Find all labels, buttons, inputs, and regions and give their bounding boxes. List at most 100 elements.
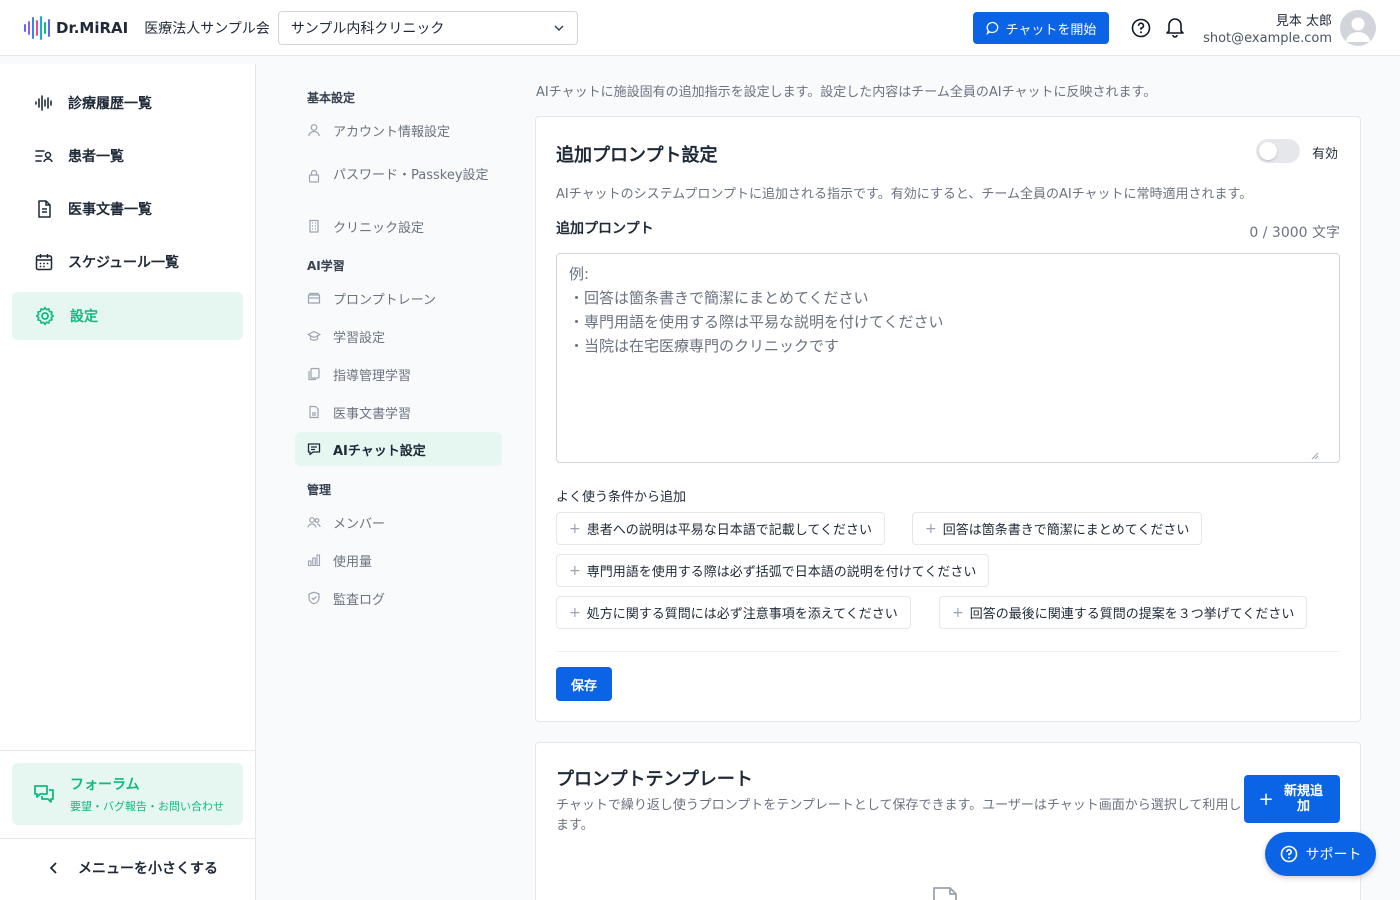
quick-add-chip[interactable]: + 専門用語を使用する際は必ず括弧で日本語の説明を付けてください: [556, 554, 990, 587]
subnav-item-label: プロンプトレーン: [333, 292, 436, 308]
quick-add-chip[interactable]: + 回答の最後に関連する質問の提案を３つ挙げてください: [939, 596, 1308, 629]
additional-prompt-textarea[interactable]: 例: ・回答は箇条書きで簡潔にまとめてください ・専門用語を使用する際は平易な説…: [556, 253, 1340, 463]
lock-icon: [308, 169, 320, 183]
chip-label: 専門用語を使用する際は必ず括弧で日本語の説明を付けてください: [586, 565, 977, 580]
sidebar-item-label: 医事文書一覧: [68, 202, 152, 218]
help-icon[interactable]: [1131, 18, 1151, 38]
collapse-menu-label: メニューを小さくする: [78, 861, 218, 877]
subnav-item-label: パスワード・Passkey設定: [333, 168, 489, 183]
main-sidebar: 診療履歴一覧 患者一覧 医事文書一覧 スケジュール一覧 設定 フォーラム 要望・…: [0, 64, 256, 900]
subnav-item-label: メンバー: [333, 516, 386, 532]
add-template-button[interactable]: + 新規追加: [1244, 775, 1340, 823]
copy-icon: [308, 367, 320, 381]
save-button[interactable]: 保存: [556, 667, 612, 701]
sidebar-item-label: 患者一覧: [68, 149, 124, 165]
user-info[interactable]: 見本 太郎 shot@example.com: [1203, 10, 1332, 46]
char-counter: 0 / 3000 文字: [1249, 225, 1340, 241]
chat-bubble-icon: [985, 21, 998, 35]
subnav-item-learning-settings[interactable]: 学習設定: [295, 319, 502, 353]
shield-icon: [308, 591, 320, 605]
subnav-item-ai-chat[interactable]: AIチャット設定: [295, 432, 502, 466]
brand-name: Dr.MiRAI: [56, 18, 129, 37]
empty-document-icon: [933, 887, 957, 900]
quick-add-chip[interactable]: + 患者への説明は平易な日本語で記載してください: [556, 512, 885, 545]
quick-add-chip[interactable]: + 回答は箇条書きで簡潔にまとめてください: [912, 512, 1203, 545]
quick-add-chip[interactable]: + 処方に関する質問には必ず注意事項を添えてください: [556, 596, 911, 629]
subnav-item-prompt-train[interactable]: プロンプトレーン: [295, 281, 502, 315]
notification-bell-icon[interactable]: [1165, 16, 1185, 38]
sidebar-item-label: 設定: [70, 309, 98, 325]
sidebar-item-documents[interactable]: 医事文書一覧: [12, 185, 243, 233]
subnav-item-label: 医事文書学習: [333, 406, 412, 422]
document-icon: [38, 200, 51, 218]
subnav-item-label: クリニック設定: [333, 220, 425, 236]
subnav-item-usage[interactable]: 使用量: [295, 543, 502, 577]
sidebar-item-schedule[interactable]: スケジュール一覧: [12, 238, 243, 286]
file-icon: [309, 405, 319, 419]
subnav-item-label: 指導管理学習: [333, 368, 412, 384]
subnav-item-members[interactable]: メンバー: [295, 505, 502, 539]
subnav-item-label: AIチャット設定: [333, 443, 426, 459]
calendar-icon: [35, 254, 53, 271]
gear-icon: [35, 306, 55, 326]
toggle-knob: [1259, 142, 1277, 160]
user-icon: [308, 124, 320, 137]
plus-icon: +: [925, 520, 937, 537]
sidebar-item-settings[interactable]: 設定: [12, 292, 243, 340]
resize-handle-icon[interactable]: [1311, 452, 1319, 460]
user-name: 見本 太郎: [1275, 14, 1332, 29]
support-label: サポート: [1305, 847, 1362, 863]
subnav-item-label: アカウント情報設定: [333, 124, 451, 140]
plus-icon: +: [1258, 788, 1274, 810]
sidebar-divider: [0, 750, 256, 751]
user-email: shot@example.com: [1203, 31, 1332, 46]
subnav-item-label: 監査ログ: [333, 592, 386, 608]
organization-name: 医療法人サンプル会: [144, 20, 270, 37]
chevron-down-icon: [554, 24, 564, 31]
patient-list-icon: [35, 150, 53, 163]
subnav-item-label: 学習設定: [333, 330, 386, 346]
sidebar-item-patients[interactable]: 患者一覧: [12, 132, 243, 180]
brand-logo[interactable]: Dr.MiRAI: [24, 15, 129, 40]
card-description: チャットで繰り返し使うプロンプトをテンプレートとして保存できます。ユーザーはチャ…: [556, 798, 1242, 833]
plus-icon: +: [952, 604, 964, 621]
chat-icon: [307, 443, 321, 456]
subnav-item-clinic[interactable]: クリニック設定: [295, 209, 502, 243]
plus-icon: +: [569, 562, 581, 579]
logo-mark-icon: [24, 15, 50, 40]
chevron-left-icon: [49, 862, 57, 874]
forum-link[interactable]: フォーラム 要望・バグ報告・お問い合わせ: [12, 763, 243, 825]
forum-subtitle: 要望・バグ報告・お問い合わせ: [70, 800, 224, 813]
subnav-item-guidance-learning[interactable]: 指導管理学習: [295, 357, 502, 391]
sidebar-item-label: 診療履歴一覧: [68, 96, 152, 112]
enable-toggle[interactable]: [1256, 139, 1300, 163]
clinic-select[interactable]: サンプル内科クリニック: [277, 10, 578, 45]
collapse-menu-button[interactable]: メニューを小さくする: [46, 858, 218, 878]
additional-prompt-card: 追加プロンプト設定 有効 AIチャットのシステムプロンプトに追加される指示です。…: [535, 116, 1361, 722]
card-title: 追加プロンプト設定: [556, 145, 718, 166]
prompt-template-card: プロンプトテンプレート チャットで繰り返し使うプロンプトをテンプレートとして保存…: [535, 742, 1361, 900]
help-circle-icon: [1280, 845, 1297, 863]
support-button[interactable]: サポート: [1265, 832, 1376, 876]
sidebar-item-label: スケジュール一覧: [68, 255, 180, 271]
subnav-item-label: 使用量: [333, 554, 373, 570]
card-title: プロンプトテンプレート: [556, 769, 753, 790]
subnav-item-account[interactable]: アカウント情報設定: [295, 113, 502, 147]
subnav-item-document-learning[interactable]: 医事文書学習: [295, 395, 502, 429]
subnav-item-password[interactable]: パスワード・Passkey設定: [295, 152, 502, 200]
start-chat-button[interactable]: チャットを開始: [973, 12, 1109, 44]
subnav-item-audit-log[interactable]: 監査ログ: [295, 581, 502, 615]
bar-chart-icon: [307, 554, 321, 567]
sidebar-item-medical-history[interactable]: 診療履歴一覧: [12, 79, 243, 127]
avatar-placeholder-icon: [1346, 17, 1370, 42]
prompt-field-label: 追加プロンプト: [556, 221, 654, 237]
add-template-label: 新規追加: [1284, 784, 1324, 814]
waveform-icon: [35, 95, 52, 111]
sidebar-divider: [0, 838, 256, 839]
quick-add-label: よく使う条件から追加: [556, 490, 687, 505]
clinic-select-value: サンプル内科クリニック: [290, 20, 445, 37]
subnav-section-basic: 基本設定: [307, 91, 356, 105]
plus-icon: +: [569, 604, 581, 621]
building-icon: [309, 219, 319, 233]
avatar[interactable]: [1340, 10, 1376, 46]
